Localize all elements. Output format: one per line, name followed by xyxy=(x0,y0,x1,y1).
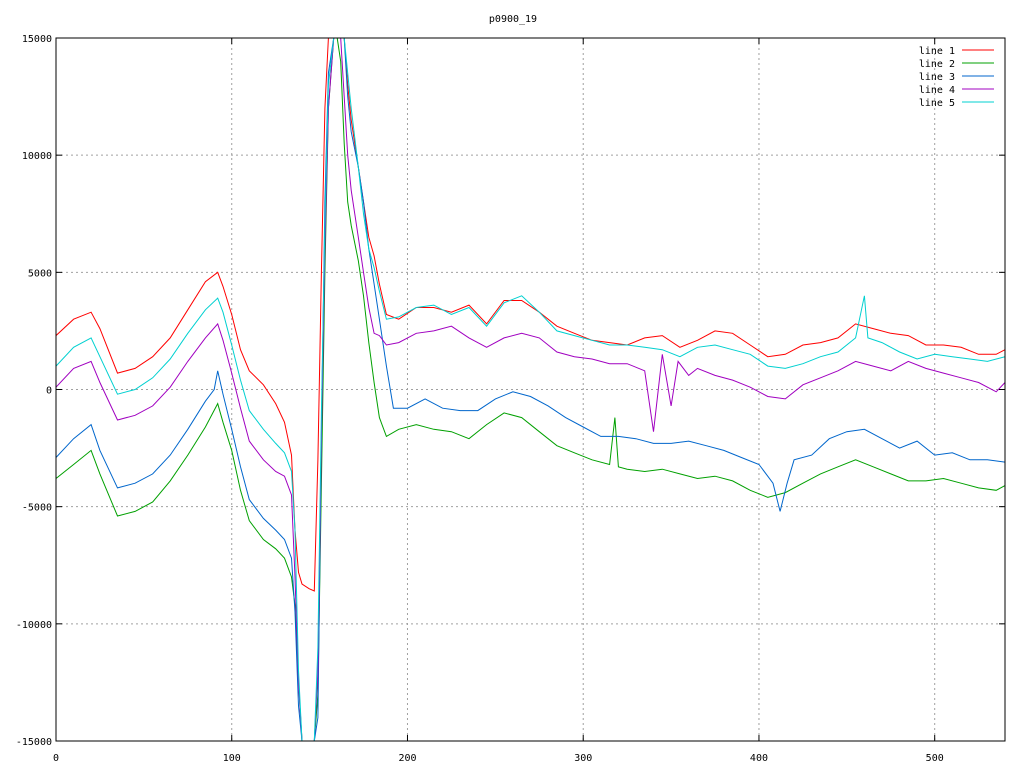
legend-label: line 5 xyxy=(919,98,955,109)
legend-label: line 4 xyxy=(919,85,955,96)
x-tick-label: 500 xyxy=(926,753,944,764)
x-tick-label: 400 xyxy=(750,753,768,764)
y-tick-label: -5000 xyxy=(22,503,52,514)
series-line-1 xyxy=(56,38,1005,592)
y-tick-label: -10000 xyxy=(16,620,52,631)
x-tick-label: 0 xyxy=(53,753,59,764)
legend-label: line 3 xyxy=(919,72,955,83)
y-tick-label: 0 xyxy=(46,386,52,397)
x-tick-label: 100 xyxy=(223,753,241,764)
y-tick-label: 15000 xyxy=(22,34,52,45)
axis-ticks: 0 100 200 300 400 500 -15000 -10000 -5000 0 5000 10… xyxy=(16,34,1005,764)
legend: line 1 line 2 line 3 line 4 line 5 xyxy=(919,46,994,109)
x-tick-label: 200 xyxy=(398,753,416,764)
legend-label: line 2 xyxy=(919,59,955,70)
legend-label: line 1 xyxy=(919,46,955,57)
y-tick-label: 5000 xyxy=(28,268,52,279)
chart-title: p0900_19 xyxy=(489,14,537,25)
grid xyxy=(56,38,1005,741)
y-tick-label: 10000 xyxy=(22,151,52,162)
x-tick-label: 300 xyxy=(574,753,592,764)
line-chart: p0900_19 0 100 200 300 400 500 -15000 -10000 -50… xyxy=(16,14,1006,764)
y-tick-label: -15000 xyxy=(16,737,52,748)
